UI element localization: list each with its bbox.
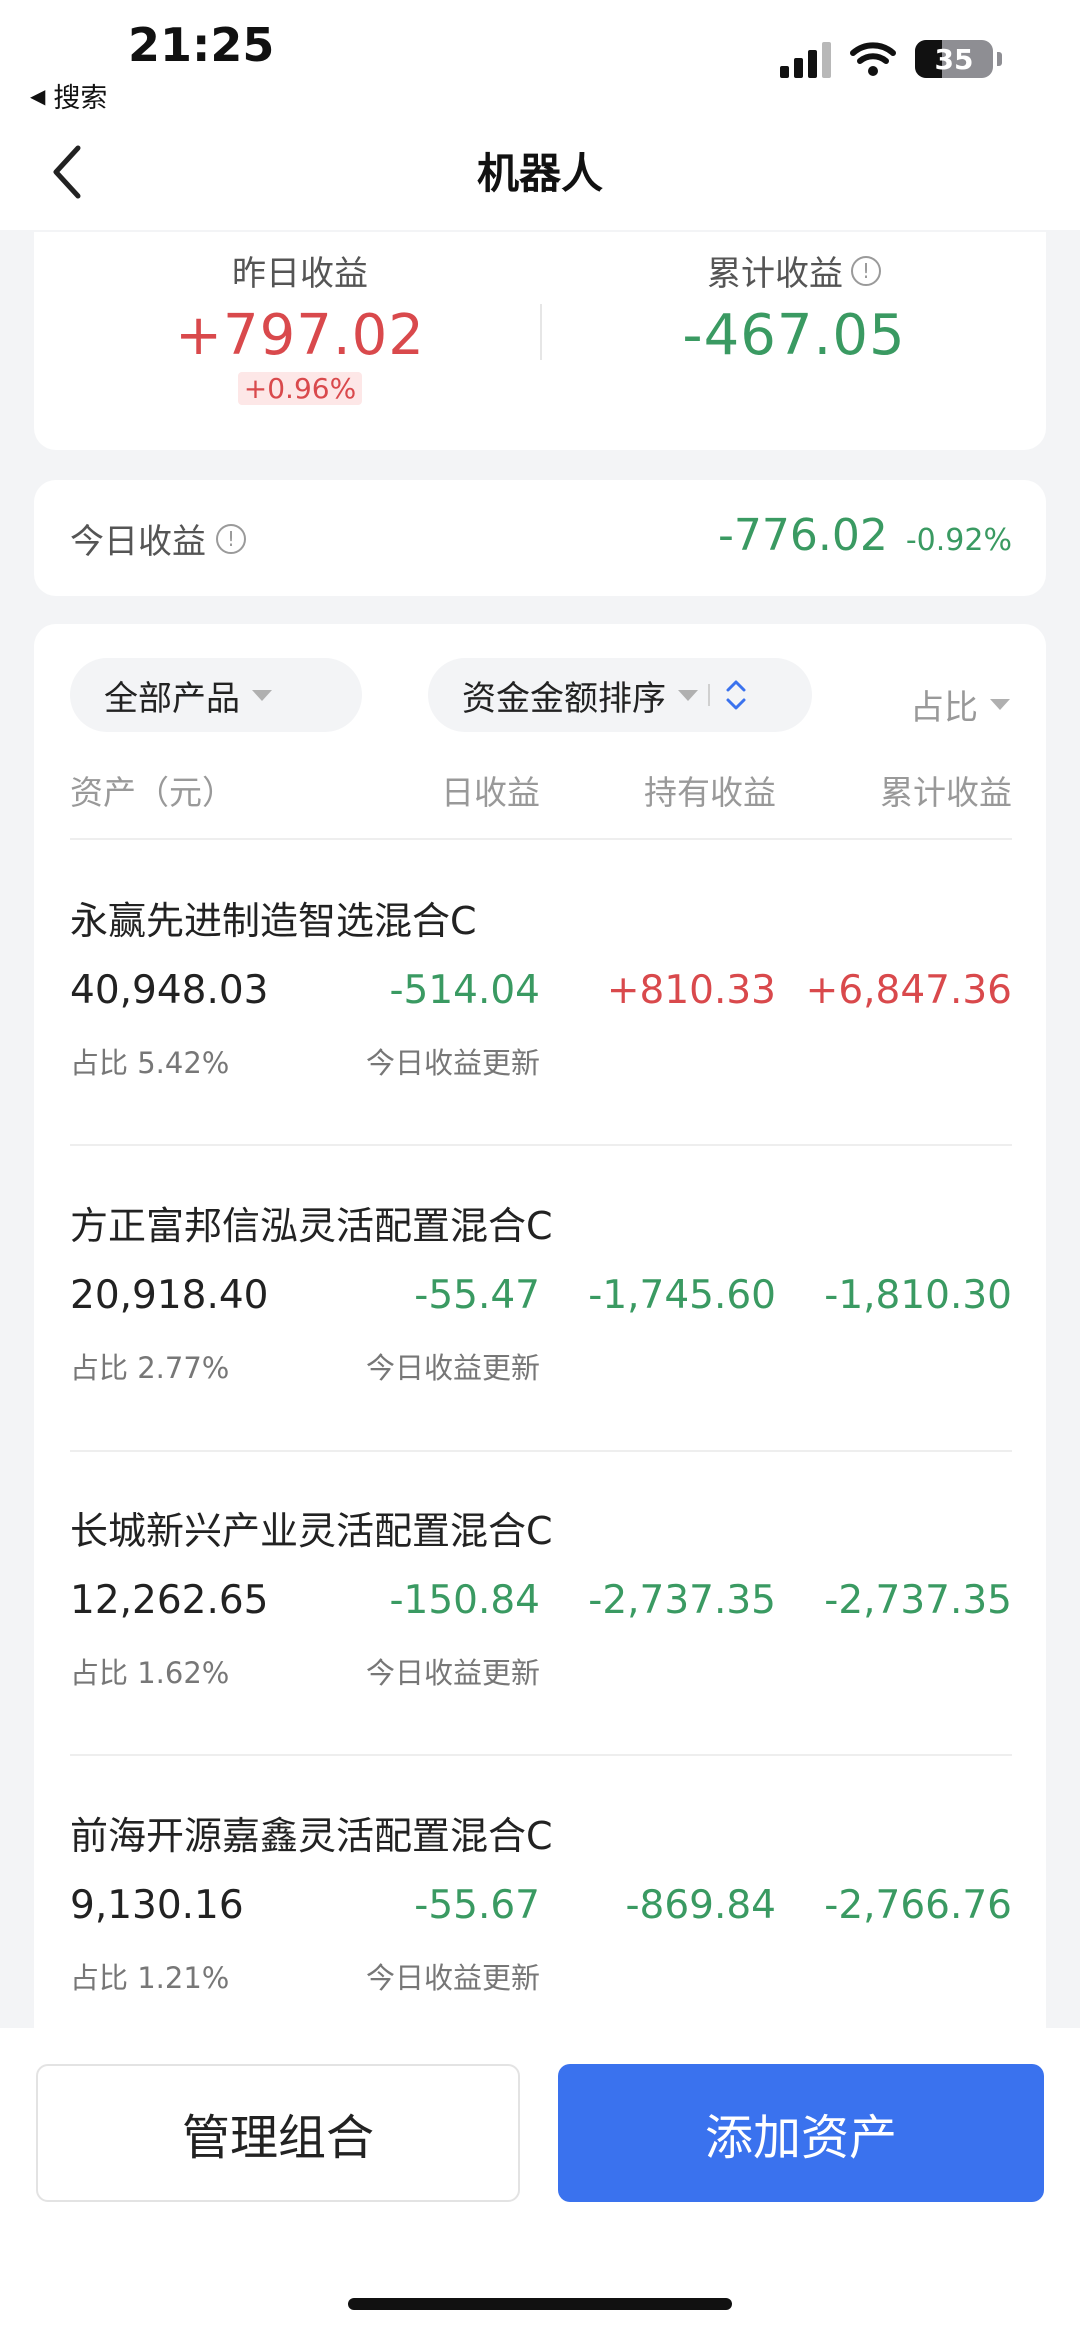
fund-row[interactable]: 长城新兴产业灵活配置混合C 12,262.65 -150.84 -2,737.3…	[70, 1482, 1012, 1742]
wifi-icon	[850, 42, 896, 76]
fund-holding: -1,745.60	[588, 1273, 776, 1318]
cellular-signal-icon	[780, 40, 831, 78]
header-divider	[70, 838, 1012, 840]
bottom-action-bar: 管理组合 添加资产	[0, 2028, 1080, 2336]
fund-share: 占比 1.21%	[70, 1961, 230, 1995]
yesterday-label: 昨日收益	[232, 254, 368, 294]
header: 21:25 ◀ 搜索 35 机器人	[0, 0, 1080, 230]
fund-update-note: 今日收益更新	[365, 1046, 540, 1080]
info-icon[interactable]: !	[216, 523, 246, 554]
caret-down-icon	[678, 689, 698, 701]
share-sort-label: 占比	[910, 688, 978, 728]
yesterday-value: +797.02	[175, 303, 425, 368]
today-earnings-card: 今日收益 ! -776.02 -0.92%	[34, 480, 1046, 596]
fund-asset: 40,948.03	[70, 968, 269, 1013]
fund-daily: -150.84	[389, 1578, 540, 1623]
total-earnings: 累计收益 ! -467.05	[554, 246, 1034, 368]
sort-dropdown[interactable]: 资金金额排序	[428, 658, 812, 732]
today-label-row: 今日收益 !	[70, 514, 246, 563]
col-cumulative: 累计收益	[880, 773, 1012, 812]
fund-row[interactable]: 前海开源嘉鑫灵活配置混合C 9,130.16 -55.67 -869.84 -2…	[70, 1787, 1012, 2047]
col-asset: 资产（元）	[70, 773, 235, 812]
caret-down-icon	[990, 699, 1010, 710]
fund-name: 方正富邦信泓灵活配置混合C	[70, 1204, 553, 1248]
add-asset-button[interactable]: 添加资产	[558, 2064, 1044, 2202]
summary-divider	[540, 304, 542, 360]
yesterday-pct-badge: +0.96%	[237, 372, 363, 405]
fund-cumulative: -1,810.30	[824, 1273, 1012, 1318]
page-title: 机器人	[476, 149, 603, 198]
battery-level: 35	[934, 42, 974, 76]
total-label-row: 累计收益 !	[554, 246, 1034, 295]
manage-portfolio-button[interactable]: 管理组合	[36, 2064, 520, 2202]
product-filter-dropdown[interactable]: 全部产品	[70, 658, 362, 732]
caret-down-icon	[252, 689, 272, 701]
fund-daily: -55.47	[414, 1273, 540, 1318]
chip-separator	[708, 684, 710, 706]
yesterday-earnings: 昨日收益 +797.02 +0.96%	[60, 246, 540, 405]
fund-holding: -869.84	[625, 1883, 776, 1928]
product-filter-label: 全部产品	[104, 678, 240, 719]
column-headers: 资产（元） 日收益 持有收益 累计收益	[70, 766, 1012, 826]
col-daily: 日收益	[441, 773, 540, 812]
total-label: 累计收益	[707, 254, 843, 294]
fund-name: 永赢先进制造智选混合C	[70, 899, 477, 943]
status-time: 21:25	[128, 18, 275, 72]
holdings-card: 全部产品 资金金额排序 占比 资产（元） 日收益 持有收益 累计收益 永赢先进制…	[34, 624, 1046, 2044]
fund-cumulative: -2,766.76	[824, 1883, 1012, 1928]
back-triangle-icon: ◀	[30, 83, 46, 108]
row-divider	[70, 1144, 1012, 1146]
fund-share: 占比 2.77%	[70, 1351, 230, 1385]
fund-row[interactable]: 方正富邦信泓灵活配置混合C 20,918.40 -55.47 -1,745.60…	[70, 1177, 1012, 1437]
today-value: -776.02	[718, 510, 888, 561]
today-pct: -0.92%	[905, 523, 1012, 558]
total-value: -467.05	[682, 303, 906, 368]
row-divider	[70, 1754, 1012, 1756]
fund-asset: 12,262.65	[70, 1578, 269, 1623]
fund-row[interactable]: 永赢先进制造智选混合C 40,948.03 -514.04 +810.33 +6…	[70, 872, 1012, 1132]
battery-icon: 35	[915, 40, 993, 78]
home-indicator[interactable]	[348, 2298, 732, 2310]
fund-update-note: 今日收益更新	[365, 1961, 540, 1995]
fund-asset: 9,130.16	[70, 1883, 244, 1928]
fund-share: 占比 5.42%	[70, 1046, 230, 1080]
fund-share: 占比 1.62%	[70, 1656, 230, 1690]
fund-asset: 20,918.40	[70, 1273, 269, 1318]
fund-name: 前海开源嘉鑫灵活配置混合C	[70, 1814, 553, 1858]
info-icon[interactable]: !	[851, 255, 881, 286]
sort-label: 资金金额排序	[462, 678, 666, 719]
status-icons: 35	[780, 40, 1002, 78]
fund-daily: -514.04	[389, 968, 540, 1013]
row-divider	[70, 1450, 1012, 1452]
back-to-app-link[interactable]: ◀ 搜索	[30, 76, 107, 115]
back-app-label: 搜索	[53, 83, 108, 114]
fund-name: 长城新兴产业灵活配置混合C	[70, 1509, 553, 1553]
today-values: -776.02 -0.92%	[718, 510, 1012, 561]
share-sort-dropdown[interactable]: 占比	[910, 680, 1010, 729]
col-holding: 持有收益	[644, 773, 776, 812]
today-label: 今日收益	[70, 522, 206, 562]
earnings-summary-card: 昨日收益 +797.02 +0.96% 累计收益 ! -467.05	[34, 232, 1046, 450]
fund-holding: +810.33	[606, 968, 776, 1013]
fund-update-note: 今日收益更新	[365, 1351, 540, 1385]
battery-tip	[997, 52, 1002, 66]
fund-update-note: 今日收益更新	[365, 1656, 540, 1690]
sort-toggle-icon[interactable]	[724, 676, 748, 714]
fund-holding: -2,737.35	[588, 1578, 776, 1623]
fund-cumulative: -2,737.35	[824, 1578, 1012, 1623]
fund-cumulative: +6,847.36	[805, 968, 1012, 1013]
fund-daily: -55.67	[414, 1883, 540, 1928]
